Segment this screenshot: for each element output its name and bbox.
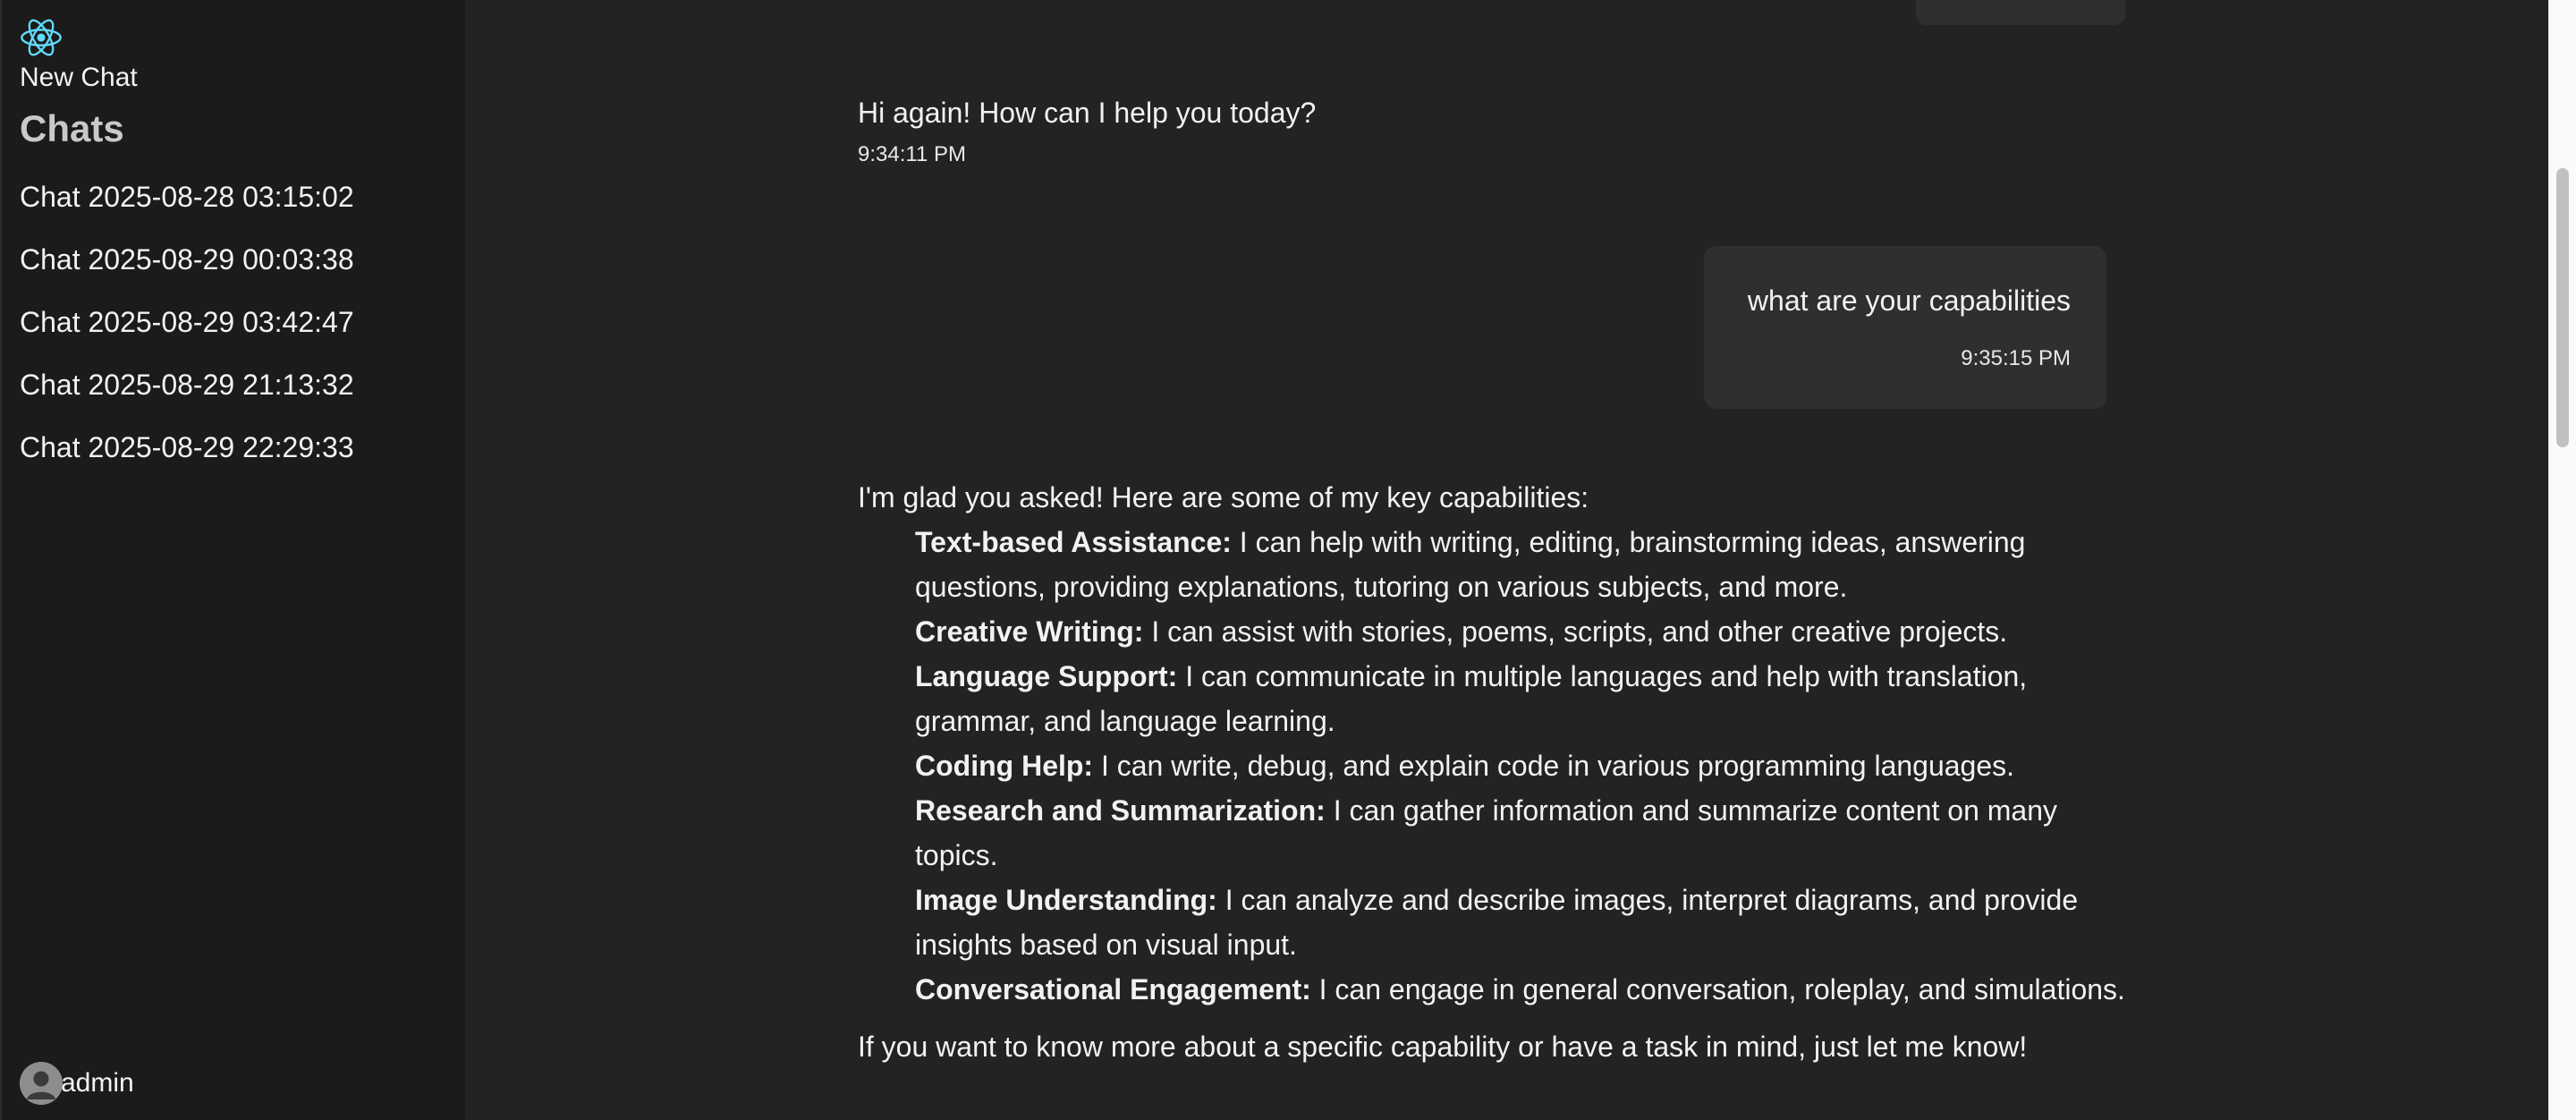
list-item: Text-based Assistance: I can help with w… xyxy=(915,520,2128,609)
capability-title: Image Understanding: xyxy=(915,884,1217,916)
new-chat-button[interactable]: New Chat xyxy=(20,63,138,93)
chat-list-item[interactable]: Chat 2025-08-28 03:15:02 xyxy=(20,177,354,240)
list-item: Creative Writing: I can assist with stor… xyxy=(915,609,2128,654)
user-avatar-icon xyxy=(20,1062,63,1105)
message-timestamp: 9:35:15 PM xyxy=(1961,346,2071,370)
capability-title: Conversational Engagement: xyxy=(915,973,1311,1005)
chat-list: Chat 2025-08-28 03:15:02 Chat 2025-08-29… xyxy=(20,177,354,490)
capability-text: I can write, debug, and explain code in … xyxy=(1093,750,2015,782)
chat-list-item[interactable]: Chat 2025-08-29 22:29:33 xyxy=(20,428,354,490)
answer-outro: If you want to know more about a specifi… xyxy=(858,1031,2028,1063)
conversation-pane: Hi again! How can I help you today? 9:34… xyxy=(465,0,2549,1120)
react-atom-icon[interactable] xyxy=(18,14,64,61)
list-item: Research and Summarization: I can gather… xyxy=(915,788,2128,878)
list-item: Image Understanding: I can analyze and d… xyxy=(915,878,2128,967)
message-timestamp: 9:34:11 PM xyxy=(858,142,966,166)
previous-user-message-bubble xyxy=(1916,0,2125,25)
capability-title: Language Support: xyxy=(915,660,1178,692)
list-item: Conversational Engagement: I can engage … xyxy=(915,967,2128,1012)
capability-title: Text-based Assistance: xyxy=(915,526,1232,558)
chat-app: New Chat Chats Chat 2025-08-28 03:15:02 … xyxy=(0,0,2576,1120)
chat-list-item[interactable]: Chat 2025-08-29 03:42:47 xyxy=(20,302,354,365)
vertical-scrollbar[interactable] xyxy=(2548,0,2576,1120)
capability-list: Text-based Assistance: I can help with w… xyxy=(858,520,2128,1012)
chat-list-item[interactable]: Chat 2025-08-29 00:03:38 xyxy=(20,240,354,302)
capability-text: I can engage in general conversation, ro… xyxy=(1310,973,2125,1005)
assistant-message: Hi again! How can I help you today? 9:34… xyxy=(858,90,2128,167)
message-text: what are your capabilities xyxy=(1747,284,2071,317)
capability-title: Coding Help: xyxy=(915,750,1094,782)
chats-heading: Chats xyxy=(20,107,124,149)
sidebar: New Chat Chats Chat 2025-08-28 03:15:02 … xyxy=(0,0,465,1120)
user-menu[interactable]: admin xyxy=(20,1061,134,1106)
list-item: Language Support: I can communicate in m… xyxy=(915,654,2128,743)
chat-list-item[interactable]: Chat 2025-08-29 21:13:32 xyxy=(20,365,354,428)
answer-intro: I'm glad you asked! Here are some of my … xyxy=(858,481,1589,513)
user-name: admin xyxy=(61,1068,134,1098)
assistant-message: I'm glad you asked! Here are some of my … xyxy=(858,475,2128,1069)
capability-title: Research and Summarization: xyxy=(915,794,1326,827)
capability-text: I can assist with stories, poems, script… xyxy=(1143,615,2008,648)
scrollbar-thumb[interactable] xyxy=(2556,168,2569,447)
capability-title: Creative Writing: xyxy=(915,615,1144,648)
user-message-bubble: what are your capabilities 9:35:15 PM xyxy=(1704,246,2106,409)
list-item: Coding Help: I can write, debug, and exp… xyxy=(915,743,2128,788)
message-text: Hi again! How can I help you today? xyxy=(858,97,1317,129)
